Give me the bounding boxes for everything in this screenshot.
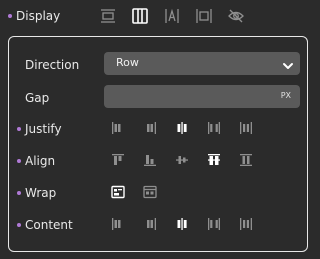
- direction-value: Row: [116, 56, 139, 69]
- wrap-modified-dot: [17, 191, 21, 195]
- gap-unit[interactable]: PX: [281, 91, 291, 100]
- justify-center-icon[interactable]: [173, 119, 191, 137]
- display-block-icon[interactable]: [99, 7, 117, 25]
- wrap-label: Wrap: [25, 186, 57, 200]
- display-modified-dot: [8, 14, 12, 18]
- justify-space-between-icon[interactable]: [205, 119, 223, 137]
- align-label: Align: [25, 154, 56, 168]
- justify-end-icon[interactable]: [141, 119, 159, 137]
- content-start-icon[interactable]: [109, 215, 127, 233]
- align-stretch-icon[interactable]: [237, 151, 255, 169]
- align-end-icon[interactable]: [141, 151, 159, 169]
- display-flex-icon[interactable]: [131, 7, 149, 25]
- content-center-icon[interactable]: [173, 215, 191, 233]
- direction-select[interactable]: Row: [104, 52, 300, 75]
- gap-input[interactable]: [104, 85, 264, 108]
- align-center-icon[interactable]: [173, 151, 191, 169]
- content-modified-dot: [17, 223, 21, 227]
- gap-field[interactable]: PX: [104, 85, 300, 108]
- justify-modified-dot: [17, 127, 21, 131]
- display-none-icon[interactable]: [227, 7, 245, 25]
- content-space-around-icon[interactable]: [237, 215, 255, 233]
- gap-label: Gap: [25, 91, 50, 105]
- display-inline-block-icon[interactable]: [195, 7, 213, 25]
- no-wrap-icon[interactable]: [141, 183, 159, 201]
- content-end-icon[interactable]: [141, 215, 159, 233]
- direction-label: Direction: [25, 58, 80, 72]
- justify-space-around-icon[interactable]: [237, 119, 255, 137]
- align-baseline-icon[interactable]: [205, 151, 223, 169]
- justify-label: Justify: [25, 122, 62, 136]
- align-modified-dot: [17, 159, 21, 163]
- display-inline-icon[interactable]: [163, 7, 181, 25]
- display-label: Display: [16, 9, 61, 23]
- content-label: Content: [25, 218, 73, 232]
- wrap-icon[interactable]: [109, 183, 127, 201]
- chevron-down-icon: [282, 57, 294, 76]
- align-start-icon[interactable]: [109, 151, 127, 169]
- display-row: Display: [0, 0, 314, 32]
- justify-start-icon[interactable]: [109, 119, 127, 137]
- content-space-between-icon[interactable]: [205, 215, 223, 233]
